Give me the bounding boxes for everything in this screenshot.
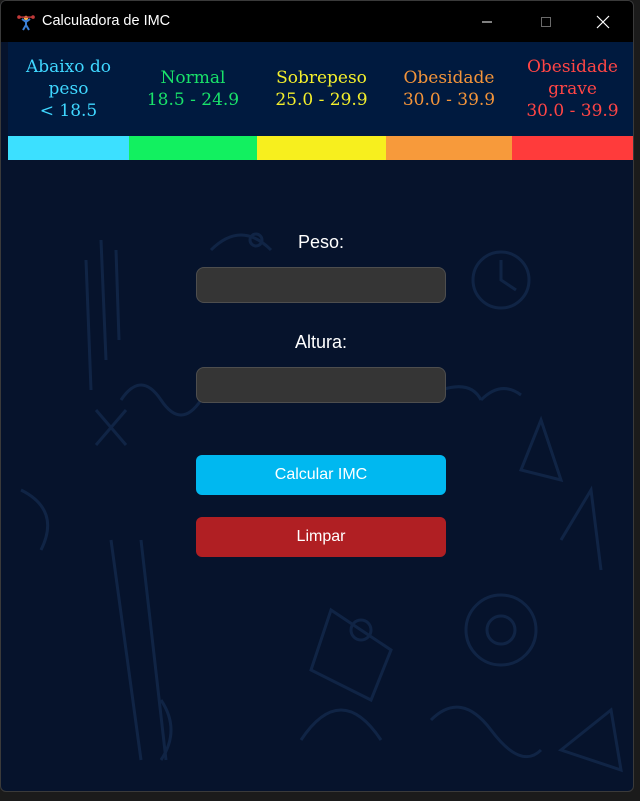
- clear-button[interactable]: Limpar: [196, 517, 446, 557]
- category-name: Obesidade: [403, 68, 495, 88]
- category-obesity: Obesidade 30.0 - 39.9: [386, 42, 512, 136]
- close-button[interactable]: [572, 1, 633, 42]
- strip-obesity: [386, 136, 512, 160]
- height-label: Altura:: [294, 332, 348, 352]
- category-range: 30.0 - 39.9: [526, 101, 619, 121]
- category-name: Normal: [160, 68, 226, 88]
- close-icon: [596, 15, 610, 28]
- window-title: Calculadora de IMC: [42, 13, 171, 29]
- category-range: < 18.5: [39, 101, 98, 121]
- category-underweight: Abaixo do peso < 18.5: [8, 42, 129, 136]
- category-severe-obesity: Obesidade grave 30.0 - 39.9: [512, 42, 633, 136]
- maximize-icon: [541, 16, 551, 27]
- category-range: 30.0 - 39.9: [402, 90, 496, 110]
- app-window: Calculadora de IMC Abaixo do peso < 18.5…: [0, 0, 634, 792]
- category-normal: Normal 18.5 - 24.9: [129, 42, 257, 136]
- category-range: 25.0 - 29.9: [275, 90, 368, 110]
- calculate-bmi-button[interactable]: Calcular IMC: [196, 455, 446, 495]
- weight-label: Peso:: [297, 232, 345, 252]
- bmi-categories-header: Abaixo do peso < 18.5 Normal 18.5 - 24.9…: [8, 42, 633, 136]
- category-name: Sobrepeso: [276, 68, 367, 88]
- minimize-icon: [482, 21, 492, 22]
- strip-severe-obesity: [512, 136, 633, 160]
- strip-normal: [129, 136, 257, 160]
- category-range: 18.5 - 24.9: [146, 90, 240, 110]
- maximize-button[interactable]: [515, 1, 577, 42]
- strip-overweight: [257, 136, 386, 160]
- category-overweight: Sobrepeso 25.0 - 29.9: [257, 42, 386, 136]
- weightlifter-icon: [17, 15, 35, 31]
- bmi-color-strip: [8, 136, 633, 160]
- weight-input[interactable]: [196, 267, 446, 303]
- title-bar[interactable]: Calculadora de IMC: [1, 1, 633, 42]
- category-name: Abaixo do peso: [25, 57, 112, 99]
- minimize-button[interactable]: [456, 1, 518, 42]
- category-name: Obesidade grave: [526, 57, 618, 99]
- strip-underweight: [8, 136, 129, 160]
- height-input[interactable]: [196, 367, 446, 403]
